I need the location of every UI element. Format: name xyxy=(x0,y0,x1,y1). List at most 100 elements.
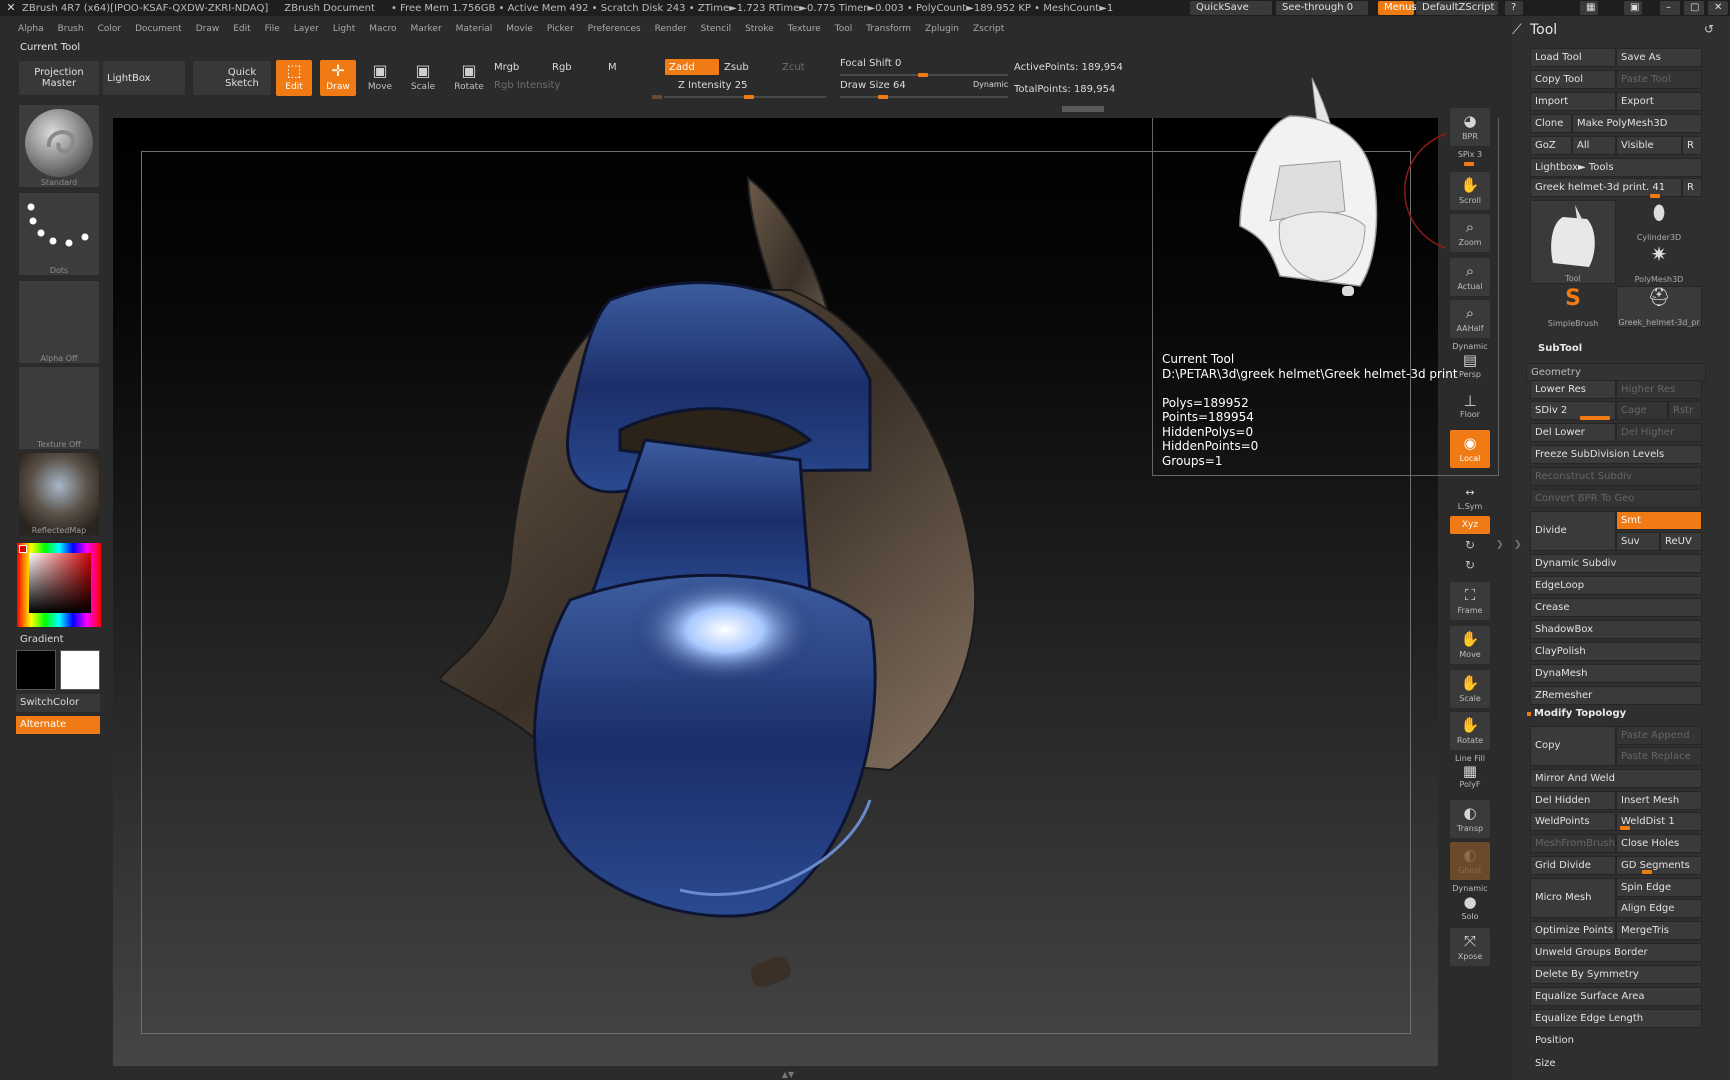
quicksave-button[interactable]: QuickSave xyxy=(1190,1,1272,15)
menu-movie[interactable]: Movie xyxy=(506,24,533,34)
left-panel-collapse-icon[interactable]: ❯ xyxy=(1514,540,1522,556)
tool-name-knob[interactable] xyxy=(1650,194,1660,198)
brush-selector[interactable]: Standard xyxy=(18,104,100,188)
menus-toggle[interactable]: Menus xyxy=(1378,1,1417,15)
menu-tool[interactable]: Tool xyxy=(835,24,852,34)
welddist-knob[interactable] xyxy=(1620,826,1630,830)
actual-button[interactable]: ⌕ Actual xyxy=(1450,258,1490,296)
close-icon[interactable]: ✕ xyxy=(1708,1,1728,15)
mrgb-button[interactable]: Mrgb xyxy=(494,62,519,73)
menu-draw[interactable]: Draw xyxy=(196,24,220,34)
menu-zscript[interactable]: Zscript xyxy=(973,24,1004,34)
alpha-selector[interactable]: Alpha Off xyxy=(18,280,100,364)
thumb-simplebrush[interactable]: S SimpleBrush xyxy=(1530,286,1616,328)
lock-icon[interactable]: ▣ xyxy=(1624,1,1642,15)
palette-reset-icon[interactable]: ↺ xyxy=(1704,22,1714,36)
ghost-button[interactable]: ◐ Ghost xyxy=(1450,842,1490,880)
spix-knob[interactable] xyxy=(1464,162,1474,166)
lightbox-tools-button[interactable]: Lightbox► Tools xyxy=(1530,158,1702,177)
draw-mode-button[interactable]: ✛ Draw xyxy=(320,60,356,96)
helmet-model[interactable] xyxy=(430,170,1000,1020)
paste-append-button[interactable]: Paste Append xyxy=(1616,726,1702,745)
material-selector[interactable]: ReflectedMap xyxy=(18,452,100,536)
delete-by-symmetry-button[interactable]: Delete By Symmetry xyxy=(1530,965,1702,984)
bottom-tray-expand-icon[interactable]: ▲▼ xyxy=(768,1070,808,1079)
menu-color[interactable]: Color xyxy=(98,24,122,34)
scale-mode-button[interactable]: ▣ Scale xyxy=(405,60,441,96)
move-mode-button[interactable]: ▣ Move xyxy=(362,60,398,96)
xyz-button[interactable]: Xyz xyxy=(1450,516,1490,534)
dynamic-toggle[interactable]: Dynamic xyxy=(973,80,1008,89)
optimize-points-button[interactable]: Optimize Points xyxy=(1530,921,1616,940)
cage-button[interactable]: Cage xyxy=(1616,401,1668,420)
rgb-button[interactable]: Rgb xyxy=(552,62,572,73)
claypolish-button[interactable]: ClayPolish xyxy=(1530,642,1702,661)
floor-button[interactable]: ⊥ Floor xyxy=(1450,388,1490,422)
move-view-button[interactable]: ✋ Move xyxy=(1450,626,1490,664)
convert-bpr-button[interactable]: Convert BPR To Geo xyxy=(1530,489,1702,508)
shadowbox-button[interactable]: ShadowBox xyxy=(1530,620,1702,639)
lsym-button[interactable]: ↔ L.Sym xyxy=(1450,484,1490,514)
maximize-icon[interactable]: ▢ xyxy=(1684,1,1704,15)
higher-res-button[interactable]: Higher Res xyxy=(1616,380,1702,399)
focal-shift-knob[interactable] xyxy=(918,73,928,77)
modify-topology-header[interactable]: Modify Topology xyxy=(1534,708,1626,719)
rotate-mode-button[interactable]: ▣ Rotate xyxy=(451,60,487,96)
rotate-z-icon[interactable]: ↻ xyxy=(1448,558,1492,572)
menu-marker[interactable]: Marker xyxy=(411,24,442,34)
copy-subtool-button[interactable]: Copy xyxy=(1530,726,1616,766)
position-header[interactable]: Position xyxy=(1530,1031,1702,1050)
solo-button[interactable]: ● Solo xyxy=(1450,892,1490,924)
menu-preferences[interactable]: Preferences xyxy=(588,24,641,34)
zremesher-button[interactable]: ZRemesher xyxy=(1530,686,1702,705)
menu-stroke[interactable]: Stroke xyxy=(745,24,774,34)
zsub-button[interactable]: Zsub xyxy=(724,62,749,73)
help-icon[interactable]: ? xyxy=(1505,1,1523,15)
palette-pin-icon[interactable]: ⟋ xyxy=(1512,22,1522,38)
sdiv-knob[interactable] xyxy=(1580,416,1610,420)
scale-view-button[interactable]: ✋ Scale xyxy=(1450,670,1490,708)
load-tool-button[interactable]: Load Tool xyxy=(1530,48,1616,67)
color-picker[interactable] xyxy=(16,542,102,628)
zadd-button[interactable]: Zadd xyxy=(664,58,720,76)
rstr-button[interactable]: Rstr xyxy=(1668,401,1702,420)
paste-replace-button[interactable]: Paste Replace xyxy=(1616,747,1702,766)
tool-preview-helmet[interactable] xyxy=(1230,76,1390,306)
quick-sketch-button[interactable]: Quick Sketch xyxy=(192,60,272,96)
switchcolor-button[interactable]: SwitchColor xyxy=(16,694,100,712)
weldpoints-button[interactable]: WeldPoints xyxy=(1530,812,1616,831)
spin-edge-button[interactable]: Spin Edge xyxy=(1616,878,1702,897)
menu-macro[interactable]: Macro xyxy=(369,24,396,34)
draw-size-track[interactable] xyxy=(840,96,1008,98)
layout-icon[interactable]: ▦ xyxy=(1580,1,1598,15)
unweld-groups-border-button[interactable]: Unweld Groups Border xyxy=(1530,943,1702,962)
local-button[interactable]: ◉ Local xyxy=(1450,430,1490,468)
lower-res-button[interactable]: Lower Res xyxy=(1530,380,1616,399)
rotate-y-icon[interactable]: ↻ xyxy=(1448,538,1492,552)
z-intensity-knob[interactable] xyxy=(744,95,754,99)
menu-picker[interactable]: Picker xyxy=(547,24,574,34)
suv-toggle[interactable]: Suv xyxy=(1616,532,1660,551)
make-polymesh-button[interactable]: Make PolyMesh3D xyxy=(1572,114,1702,133)
dynamic-subdiv-button[interactable]: Dynamic Subdiv xyxy=(1530,554,1702,573)
menu-texture[interactable]: Texture xyxy=(788,24,821,34)
color-picker-square[interactable] xyxy=(29,553,91,613)
crease-button[interactable]: Crease xyxy=(1530,598,1702,617)
mirror-and-weld-button[interactable]: Mirror And Weld xyxy=(1530,769,1702,788)
smt-toggle[interactable]: Smt xyxy=(1616,511,1702,530)
grid-divide-button[interactable]: Grid Divide xyxy=(1530,856,1616,875)
goz-r-button[interactable]: R xyxy=(1682,136,1702,155)
lightbox-button[interactable]: LightBox xyxy=(102,60,186,96)
gd-segments-knob[interactable] xyxy=(1642,870,1652,874)
minimize-icon[interactable]: – xyxy=(1660,1,1680,15)
menu-layer[interactable]: Layer xyxy=(294,24,319,34)
freeze-subdivision-button[interactable]: Freeze SubDivision Levels xyxy=(1530,445,1702,464)
menu-zplugin[interactable]: Zplugin xyxy=(925,24,959,34)
rgb-intensity-slider[interactable]: Rgb Intensity xyxy=(494,80,560,91)
subtool-header[interactable]: SubTool xyxy=(1538,343,1582,354)
goz-button[interactable]: GoZ xyxy=(1530,136,1572,155)
thumb-greek-helmet[interactable]: ⛑ Greek_helmet-3d_pr xyxy=(1616,286,1702,328)
secondary-color-swatch[interactable] xyxy=(16,650,56,690)
xpose-button[interactable]: ⤧ Xpose xyxy=(1450,928,1490,966)
gradient-label[interactable]: Gradient xyxy=(20,634,64,645)
